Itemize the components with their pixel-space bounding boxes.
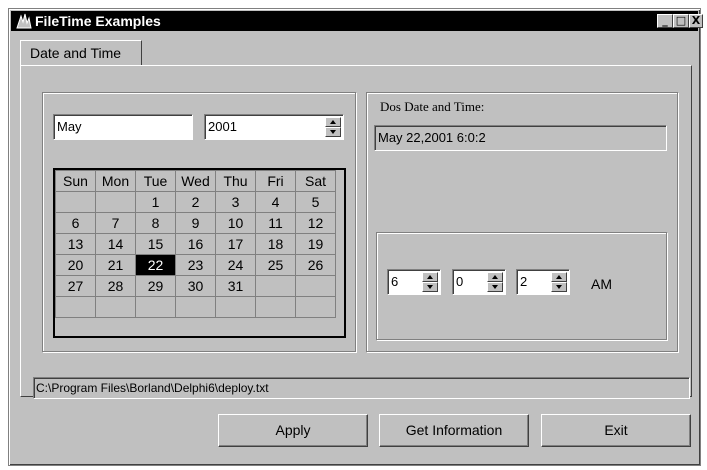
calendar-day-cell[interactable]: 23: [175, 254, 216, 276]
spin-down-icon[interactable]: [487, 282, 503, 292]
minimize-button[interactable]: _: [657, 14, 673, 28]
calendar-day-cell[interactable]: [135, 296, 176, 318]
calendar-day-cell[interactable]: 25: [255, 254, 296, 276]
year-value: 2001: [208, 119, 237, 134]
calendar-day-cell[interactable]: 13: [55, 233, 96, 255]
day-name-header: Mon: [95, 170, 136, 192]
calendar-day-cell[interactable]: 27: [55, 275, 96, 297]
calendar-day-cell[interactable]: 30: [175, 275, 216, 297]
calendar-day-cell[interactable]: 15: [135, 233, 176, 255]
title-bar[interactable]: FileTime Examples _ □ X: [11, 11, 703, 31]
calendar-day-cell[interactable]: 1: [135, 191, 176, 213]
minute-spin-edit[interactable]: 0: [452, 269, 506, 295]
minute-value: 0: [456, 274, 464, 289]
window-title: FileTime Examples: [35, 13, 161, 29]
calendar-day-cell[interactable]: [55, 296, 96, 318]
exit-button[interactable]: Exit: [541, 414, 691, 447]
hour-spin-edit[interactable]: 6: [387, 269, 441, 295]
calendar-day-cell[interactable]: 22: [135, 254, 176, 276]
hour-value: 6: [391, 274, 399, 289]
tab-date-and-time[interactable]: Date and Time: [20, 40, 142, 66]
day-name-header: Tue: [135, 170, 176, 192]
calendar-day-cell[interactable]: 28: [95, 275, 136, 297]
calendar-day-cell[interactable]: 12: [295, 212, 336, 234]
maximize-button[interactable]: □: [673, 14, 689, 28]
calendar-day-cell[interactable]: 18: [255, 233, 296, 255]
spin-up-icon[interactable]: [422, 272, 438, 282]
ampm-label: AM: [591, 276, 612, 292]
calendar-day-cell[interactable]: 17: [215, 233, 256, 255]
calendar-day-cell[interactable]: 5: [295, 191, 336, 213]
calendar-day-cell[interactable]: 2: [175, 191, 216, 213]
calendar-day-cell[interactable]: [255, 296, 296, 318]
second-spin-edit[interactable]: 2: [516, 269, 570, 295]
calendar-day-cell[interactable]: [255, 275, 296, 297]
calendar-day-cell[interactable]: 16: [175, 233, 216, 255]
year-spinner[interactable]: [325, 117, 341, 137]
close-button[interactable]: X: [689, 14, 703, 28]
calendar-day-cell[interactable]: [95, 191, 136, 213]
calendar-day-cell[interactable]: 24: [215, 254, 256, 276]
spin-down-icon[interactable]: [325, 127, 341, 137]
day-name-header: Sat: [295, 170, 336, 192]
calendar-day-cell[interactable]: 19: [295, 233, 336, 255]
calendar-day-cell[interactable]: 14: [95, 233, 136, 255]
calendar-day-cell[interactable]: 11: [255, 212, 296, 234]
calendar-day-cell[interactable]: [175, 296, 216, 318]
calendar-day-cell[interactable]: 31: [215, 275, 256, 297]
minute-spinner[interactable]: [487, 272, 503, 292]
spin-up-icon[interactable]: [325, 117, 341, 127]
hour-spinner[interactable]: [422, 272, 438, 292]
calendar-day-cell[interactable]: [295, 296, 336, 318]
spin-up-icon[interactable]: [551, 272, 567, 282]
second-spinner[interactable]: [551, 272, 567, 292]
calendar-day-cell[interactable]: 10: [215, 212, 256, 234]
calendar-day-cell[interactable]: [295, 275, 336, 297]
second-value: 2: [520, 274, 528, 289]
calendar-day-cell[interactable]: [55, 191, 96, 213]
spin-down-icon[interactable]: [422, 282, 438, 292]
day-name-header: Sun: [55, 170, 96, 192]
calendar-day-cell[interactable]: [95, 296, 136, 318]
calendar-day-cell[interactable]: 3: [215, 191, 256, 213]
month-input[interactable]: May: [53, 114, 193, 140]
calendar-day-cell[interactable]: 26: [295, 254, 336, 276]
spin-up-icon[interactable]: [487, 272, 503, 282]
year-spin-edit[interactable]: 2001: [204, 114, 344, 140]
calendar-day-cell[interactable]: 7: [95, 212, 136, 234]
calendar-table: Sun Mon Tue Wed Thu Fri Sat 1 2 3 4 5 6 7 8 9 10 11 12 13 14…: [55, 170, 336, 318]
calendar-day-cell[interactable]: 21: [95, 254, 136, 276]
day-name-header: Thu: [215, 170, 256, 192]
file-path-status: C:\Program Files\Borland\Delphi6\deploy.…: [33, 377, 690, 399]
dos-label: Dos Date and Time:: [380, 99, 485, 114]
day-name-header: Wed: [175, 170, 216, 192]
calendar-grid[interactable]: Sun Mon Tue Wed Thu Fri Sat 1 2 3 4 5 6 7 8 9 10 11 12 13 14…: [53, 168, 346, 338]
calendar-day-cell[interactable]: 20: [55, 254, 96, 276]
day-name-header: Fri: [255, 170, 296, 192]
calendar-day-cell[interactable]: 8: [135, 212, 176, 234]
calendar-day-cell[interactable]: [215, 296, 256, 318]
dos-value-field: May 22,2001 6:0:2: [374, 125, 667, 151]
get-information-button[interactable]: Get Information: [379, 414, 529, 447]
calendar-day-cell[interactable]: 29: [135, 275, 176, 297]
spin-down-icon[interactable]: [551, 282, 567, 292]
calendar-day-cell[interactable]: 4: [255, 191, 296, 213]
calendar-day-cell[interactable]: 9: [175, 212, 216, 234]
apply-button[interactable]: Apply: [218, 414, 368, 447]
app-icon: [15, 13, 33, 29]
calendar-day-cell[interactable]: 6: [55, 212, 96, 234]
